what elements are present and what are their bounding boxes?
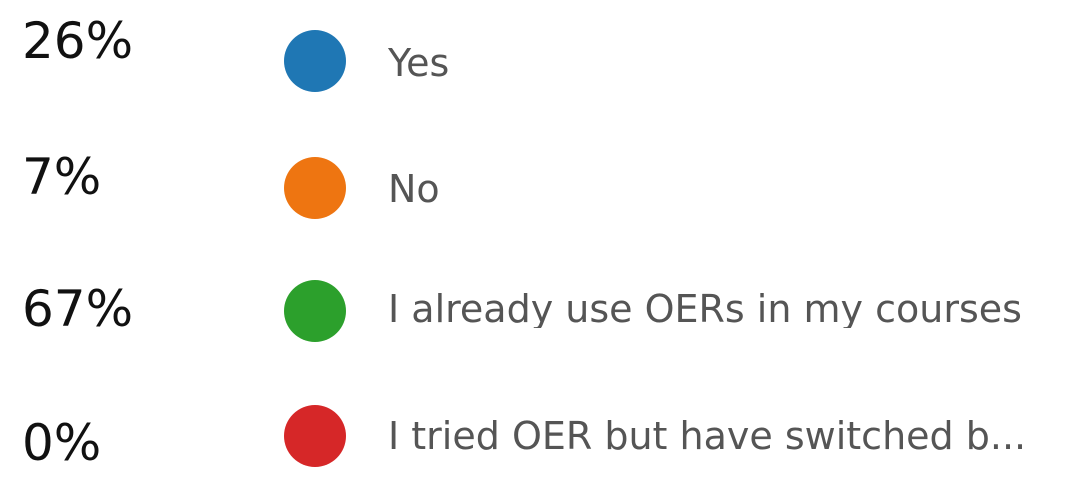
percentage-label-already-use: 67% <box>22 280 134 338</box>
series-color-dot-no <box>284 157 346 219</box>
legend-row-no: 7% No <box>0 124 1092 244</box>
legend-row-switched-back: 0% I tried OER but have switched b... <box>0 372 1092 492</box>
chart-legend: 26% Yes 7% No 67% I already use OERs in … <box>0 0 1092 469</box>
percentage-label-switched-back: 0% <box>22 414 102 472</box>
percentage-label-no: 7% <box>22 148 102 206</box>
series-color-dot-already-use <box>284 280 346 342</box>
percentage-label-yes: 26% <box>22 12 134 70</box>
legend-row-yes: 26% Yes <box>0 0 1092 120</box>
legend-row-already-use: 67% I already use OERs in my courses <box>0 248 1092 368</box>
series-color-dot-yes <box>284 30 346 92</box>
series-color-dot-switched-back <box>284 405 346 467</box>
legend-label-already-use: I already use OERs in my courses <box>388 290 1022 328</box>
legend-label-yes: Yes <box>388 44 450 82</box>
legend-label-switched-back: I tried OER but have switched b... <box>388 417 1027 455</box>
legend-label-no: No <box>388 170 440 208</box>
